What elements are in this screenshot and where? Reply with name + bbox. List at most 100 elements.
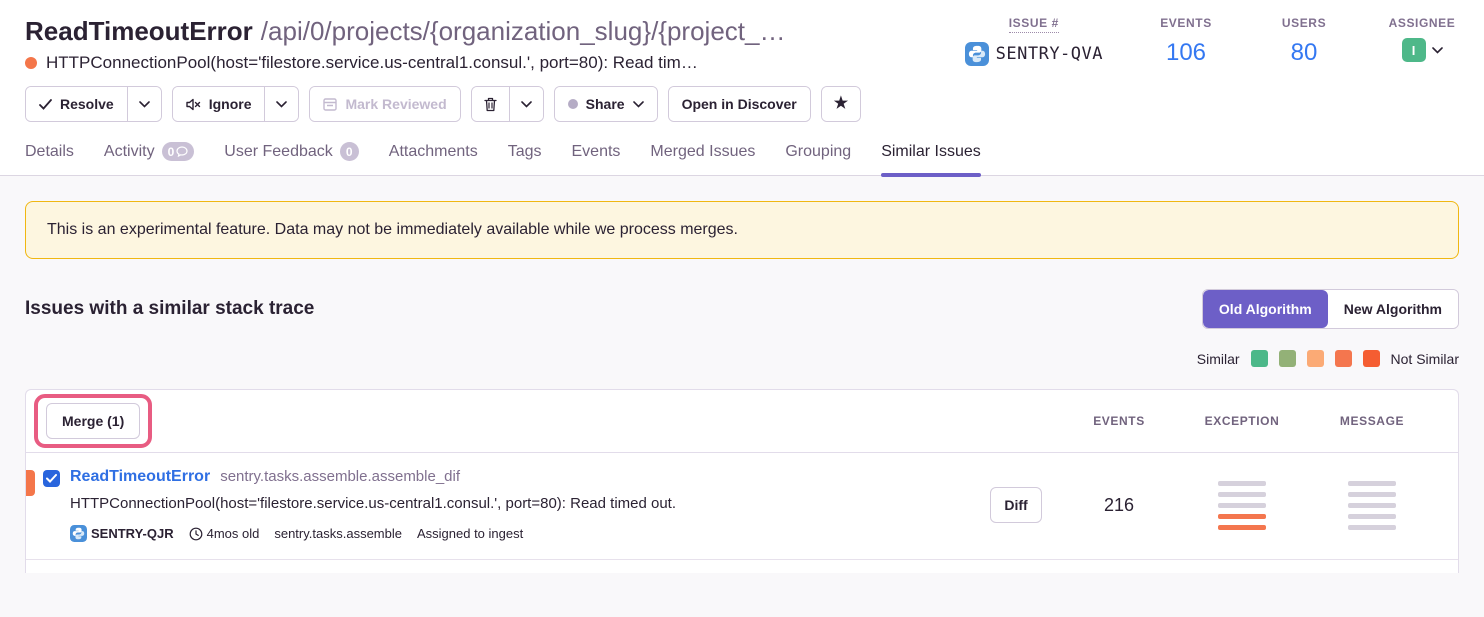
short-id: SENTRY-QJR [70, 525, 174, 542]
tab-label: User Feedback [224, 143, 333, 161]
stat-users: USERS 80 [1269, 16, 1339, 67]
similar-issue-row: ReadTimeoutError sentry.tasks.assemble.a… [26, 453, 1458, 559]
resolve-button-group: Resolve [25, 86, 162, 122]
delete-button[interactable] [472, 87, 509, 121]
activity-count-badge: 0 [162, 142, 195, 161]
issue-tabs: Details Activity 0 User Feedback 0 Attac… [25, 142, 1459, 175]
diff-button[interactable]: Diff [990, 487, 1041, 523]
similarity-legend: Similar Not Similar [25, 350, 1459, 367]
delete-button-group [471, 86, 544, 122]
score-bar [1348, 492, 1396, 497]
mark-reviewed-label: Mark Reviewed [345, 96, 446, 112]
star-icon: ★ [834, 96, 848, 112]
tab-events[interactable]: Events [572, 142, 621, 175]
users-label: USERS [1282, 16, 1326, 30]
share-button[interactable]: Share [555, 87, 657, 121]
chevron-down-icon [521, 101, 532, 108]
mark-reviewed-icon [323, 98, 337, 111]
ignore-dropdown-button[interactable] [264, 87, 298, 121]
share-label: Share [586, 96, 625, 112]
events-value[interactable]: 106 [1166, 39, 1206, 67]
issue-id[interactable]: SENTRY-QVA [965, 42, 1103, 66]
issue-title-line: ReadTimeoutError/api/0/projects/{organiz… [25, 14, 785, 48]
issue-age: 4mos old [189, 526, 260, 541]
merge-cell: Merge (1) [46, 403, 972, 439]
similar-issue-link[interactable]: ReadTimeoutError [70, 468, 210, 486]
algorithm-toggle: Old Algorithm New Algorithm [1202, 289, 1459, 329]
assignee-label: ASSIGNEE [1389, 16, 1456, 30]
error-level-icon [25, 57, 37, 69]
issue-message: HTTPConnectionPool(host='filestore.servi… [70, 495, 676, 512]
tab-activity[interactable]: Activity 0 [104, 142, 194, 175]
legend-swatch-4 [1335, 350, 1352, 367]
issue-age-text: 4mos old [207, 526, 260, 541]
issue-id-value: SENTRY-QVA [996, 44, 1103, 64]
assignee-selector[interactable]: I [1402, 38, 1443, 62]
issue-header: ReadTimeoutError/api/0/projects/{organiz… [0, 0, 1484, 176]
bookmark-star-button[interactable]: ★ [822, 87, 860, 121]
issue-title: ReadTimeoutError [25, 16, 253, 46]
score-bar [1218, 503, 1266, 508]
issue-subtitle: HTTPConnectionPool(host='filestore.servi… [46, 53, 698, 73]
events-label: EVENTS [1160, 16, 1212, 30]
tab-merged-issues[interactable]: Merged Issues [650, 142, 755, 175]
open-in-discover-button[interactable]: Open in Discover [669, 87, 810, 121]
mark-reviewed-button[interactable]: Mark Reviewed [310, 87, 459, 121]
resolve-dropdown-button[interactable] [127, 87, 161, 121]
column-header-events: EVENTS [1060, 414, 1178, 428]
share-button-group: Share [554, 86, 658, 122]
message-similarity-bars [1306, 481, 1438, 530]
check-icon [39, 99, 52, 110]
tab-user-feedback[interactable]: User Feedback 0 [224, 142, 359, 175]
stat-issue-id: ISSUE # SENTRY-QVA [965, 16, 1103, 67]
exception-similarity-bars [1178, 481, 1306, 530]
experimental-feature-banner: This is an experimental feature. Data ma… [25, 201, 1459, 259]
issue-title-line: ReadTimeoutError sentry.tasks.assemble.a… [70, 468, 676, 486]
mute-icon [186, 98, 201, 111]
issue-meta-line: SENTRY-QJR 4mos old sentry.tasks.assembl… [70, 525, 676, 542]
legend-swatch-3 [1307, 350, 1324, 367]
tab-grouping[interactable]: Grouping [785, 142, 851, 175]
tab-details[interactable]: Details [25, 142, 74, 175]
score-bar [1218, 514, 1266, 519]
score-bar [1348, 525, 1396, 530]
tab-similar-issues[interactable]: Similar Issues [881, 142, 981, 175]
assigned-to: Assigned to ingest [417, 526, 523, 541]
users-value[interactable]: 80 [1291, 39, 1318, 67]
legend-swatch-2 [1279, 350, 1296, 367]
similar-issues-content: This is an experimental feature. Data ma… [0, 201, 1484, 573]
select-issue-checkbox[interactable] [43, 470, 60, 487]
next-row-stub [26, 559, 1458, 573]
issue-text-block: ReadTimeoutError sentry.tasks.assemble.a… [70, 468, 676, 542]
old-algorithm-button[interactable]: Old Algorithm [1203, 290, 1328, 328]
tab-label: Grouping [785, 143, 851, 161]
legend-not-similar-label: Not Similar [1391, 351, 1459, 367]
banner-text: This is an experimental feature. Data ma… [47, 221, 738, 238]
error-level-bar [26, 470, 35, 496]
check-icon [46, 474, 57, 483]
title-block: ReadTimeoutError/api/0/projects/{organiz… [25, 14, 785, 73]
new-algorithm-button[interactable]: New Algorithm [1328, 290, 1458, 328]
table-header: Merge (1) EVENTS EXCEPTION MESSAGE [26, 390, 1458, 453]
bookmark-button-group: ★ [821, 86, 861, 122]
comment-bubble-icon [176, 146, 188, 157]
issue-subtitle-line: HTTPConnectionPool(host='filestore.servi… [25, 53, 785, 73]
tab-tags[interactable]: Tags [508, 142, 542, 175]
chevron-down-icon [633, 101, 644, 108]
discover-button-group: Open in Discover [668, 86, 811, 122]
merge-button[interactable]: Merge (1) [46, 403, 140, 439]
tab-label: Similar Issues [881, 143, 981, 161]
tab-label: Activity [104, 143, 155, 161]
ignore-button[interactable]: Ignore [173, 87, 265, 121]
resolve-button[interactable]: Resolve [26, 87, 127, 121]
python-project-icon [70, 525, 87, 542]
tab-label: Tags [508, 143, 542, 161]
score-bar [1218, 481, 1266, 486]
stat-assignee: ASSIGNEE I [1387, 16, 1457, 67]
chevron-down-icon [1432, 47, 1443, 54]
badge-count: 0 [168, 145, 175, 159]
tab-attachments[interactable]: Attachments [389, 142, 478, 175]
delete-dropdown-button[interactable] [509, 87, 543, 121]
short-id-text: SENTRY-QJR [91, 526, 174, 541]
issue-culprit: /api/0/projects/{organization_slug}/{pro… [261, 16, 786, 46]
